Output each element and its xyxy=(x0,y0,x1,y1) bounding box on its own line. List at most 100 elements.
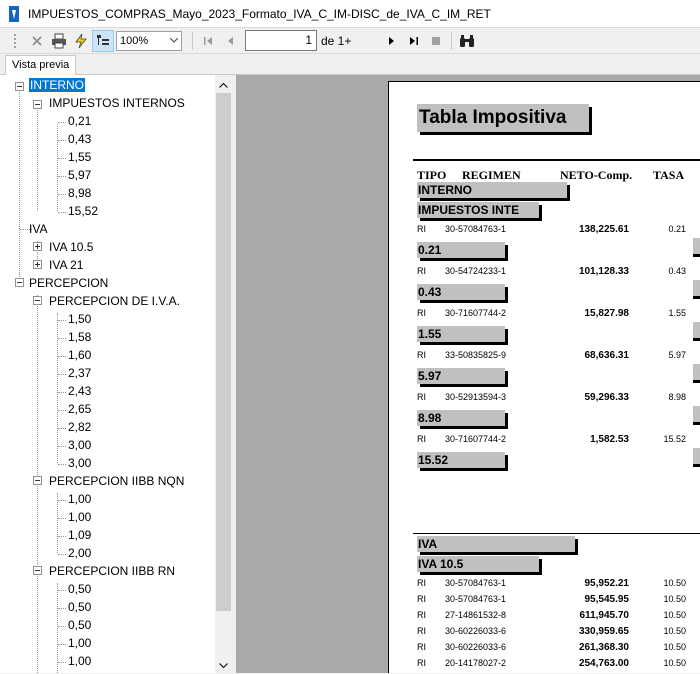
tree-node-percepcion-iibb-nqn[interactable]: PERCEPCION IIBB NQN xyxy=(49,472,184,490)
cell-tasa: 10.50 xyxy=(663,626,686,636)
cell-neto: 95,952.21 xyxy=(584,578,630,589)
tree-connector xyxy=(58,320,66,321)
zoom-select[interactable]: 100% xyxy=(116,30,182,51)
cell-tipo: RI xyxy=(417,350,426,360)
cell-cuit: 30-54724233-1 xyxy=(445,266,507,276)
cell-neto: 59,296.33 xyxy=(584,392,630,403)
tree-node-percepcion-iva[interactable]: PERCEPCION DE I.V.A. xyxy=(49,292,180,310)
collapse-icon[interactable] xyxy=(33,296,42,305)
tab-strip: Vista previa xyxy=(0,54,700,76)
tree-node-interno[interactable]: INTERNO xyxy=(29,76,85,94)
tree-leaf[interactable]: 2,82 xyxy=(68,418,91,436)
print-icon[interactable] xyxy=(48,30,70,52)
tree-leaf[interactable]: 1,55 xyxy=(68,148,91,166)
cell-cuit: 20-14178027-2 xyxy=(445,658,507,668)
tree-leaf[interactable]: 1,00 xyxy=(68,634,91,652)
scroll-down-icon[interactable] xyxy=(215,657,232,674)
section-rule xyxy=(413,533,700,534)
cell-neto: 1,582.53 xyxy=(590,434,629,445)
tree-node-percepcion-iibb-rn[interactable]: PERCEPCION IIBB RN xyxy=(49,562,175,580)
cell-cuit: 30-57084763-1 xyxy=(445,578,507,588)
cell-cuit: 30-60226033-6 xyxy=(445,642,507,652)
tree-leaf[interactable]: 3,00 xyxy=(68,454,91,472)
first-page-icon[interactable] xyxy=(197,30,219,52)
tree-leaf[interactable]: 1,00 xyxy=(68,490,91,508)
rate-total-bar xyxy=(693,238,700,254)
cell-tasa: 8.98 xyxy=(668,392,686,402)
cell-cuit: 27-14861532-8 xyxy=(445,610,507,620)
cell-tasa: 10.50 xyxy=(663,610,686,620)
cell-tasa: 10.50 xyxy=(663,594,686,604)
expand-icon[interactable] xyxy=(33,260,42,269)
collapse-icon[interactable] xyxy=(33,566,42,575)
group-band-iva-10-5: IVA 10.5 xyxy=(417,556,539,572)
tree-leaf[interactable]: 2,43 xyxy=(68,382,91,400)
tree-leaf[interactable]: 5,97 xyxy=(68,166,91,184)
rate-total-bar xyxy=(693,406,700,422)
tree-leaf[interactable]: 3,00 xyxy=(68,436,91,454)
tree-connector xyxy=(58,446,66,447)
tree-leaf[interactable]: 0,50 xyxy=(68,580,91,598)
tree-leaf[interactable]: 2,37 xyxy=(68,364,91,382)
group-tree: INTERNO IMPUESTOS INTERNOS 0,21 0,43 1,55 5… xyxy=(0,75,232,673)
collapse-icon[interactable] xyxy=(15,82,24,91)
tree-leaf[interactable]: 1,09 xyxy=(68,526,91,544)
close-icon[interactable] xyxy=(26,30,48,52)
cell-tipo: RI xyxy=(417,434,426,444)
page-number-input[interactable]: 1 xyxy=(245,30,317,51)
rate-total-bar xyxy=(693,448,700,464)
tree-connector xyxy=(37,106,38,211)
rate-band: 0.43 xyxy=(417,284,505,300)
expand-icon[interactable] xyxy=(33,242,42,251)
rate-band: 5.97 xyxy=(417,368,505,384)
group-tree-toggle-icon[interactable] xyxy=(92,29,114,52)
tree-leaf[interactable]: 15,52 xyxy=(68,202,98,220)
tree-leaf[interactable]: 0,50 xyxy=(68,598,91,616)
stop-icon[interactable] xyxy=(425,30,447,52)
cell-neto: 68,636.31 xyxy=(584,350,630,361)
tree-node-iva[interactable]: IVA xyxy=(29,220,47,238)
collapse-icon[interactable] xyxy=(33,100,42,109)
tree-connector xyxy=(58,356,66,357)
tree-leaf[interactable]: 0,43 xyxy=(68,130,91,148)
tree-connector xyxy=(58,626,66,627)
zoom-value: 100% xyxy=(120,34,149,47)
grip-icon xyxy=(4,30,26,52)
tree-leaf[interactable]: 2,00 xyxy=(68,544,91,562)
tree-connector xyxy=(58,392,66,393)
last-page-icon[interactable] xyxy=(403,30,425,52)
report-viewer[interactable]: Tabla Impositiva TIPO REGIMEN NETO-Comp.… xyxy=(236,75,700,673)
tree-leaf[interactable]: 1,00 xyxy=(68,508,91,526)
column-header-regimen: REGIMEN xyxy=(462,168,521,182)
tree-leaf[interactable]: 1,58 xyxy=(68,328,91,346)
tree-node-impuestos-internos[interactable]: IMPUESTOS INTERNOS xyxy=(49,94,185,112)
tree-leaf[interactable]: 0,50 xyxy=(68,616,91,634)
tree-leaf[interactable]: 2,65 xyxy=(68,400,91,418)
previous-page-icon[interactable] xyxy=(219,30,241,52)
page-count-label: de 1+ xyxy=(321,33,352,48)
tree-scrollbar-thumb[interactable] xyxy=(216,93,231,611)
tree-leaf[interactable]: 0,21 xyxy=(68,112,91,130)
tree-connector xyxy=(58,140,66,141)
tree-node-iva-10-5[interactable]: IVA 10.5 xyxy=(49,238,93,256)
tree-leaf[interactable]: 1,60 xyxy=(68,346,91,364)
group-band-interno: INTERNO xyxy=(417,182,567,198)
cell-neto: 330,959.65 xyxy=(578,626,629,637)
collapse-icon[interactable] xyxy=(33,476,42,485)
cell-tipo: RI xyxy=(417,266,426,276)
tree-node-iva-21[interactable]: IVA 21 xyxy=(49,256,83,274)
next-page-icon[interactable] xyxy=(381,30,403,52)
cell-tipo: RI xyxy=(417,308,426,318)
tree-node-percepcion[interactable]: PERCEPCION xyxy=(29,274,108,292)
lightning-icon[interactable] xyxy=(70,30,92,52)
cell-tasa: 10.50 xyxy=(663,578,686,588)
tree-leaf[interactable]: 1,50 xyxy=(68,310,91,328)
tab-vista-previa[interactable]: Vista previa xyxy=(5,55,77,76)
cell-tasa: 5.97 xyxy=(668,350,686,360)
tree-leaf[interactable]: 8,98 xyxy=(68,184,91,202)
rate-total-bar xyxy=(693,322,700,338)
scroll-up-icon[interactable] xyxy=(215,77,232,94)
tree-leaf[interactable]: 1,00 xyxy=(68,652,91,670)
collapse-icon[interactable] xyxy=(15,278,24,287)
binoculars-icon[interactable] xyxy=(456,30,478,52)
